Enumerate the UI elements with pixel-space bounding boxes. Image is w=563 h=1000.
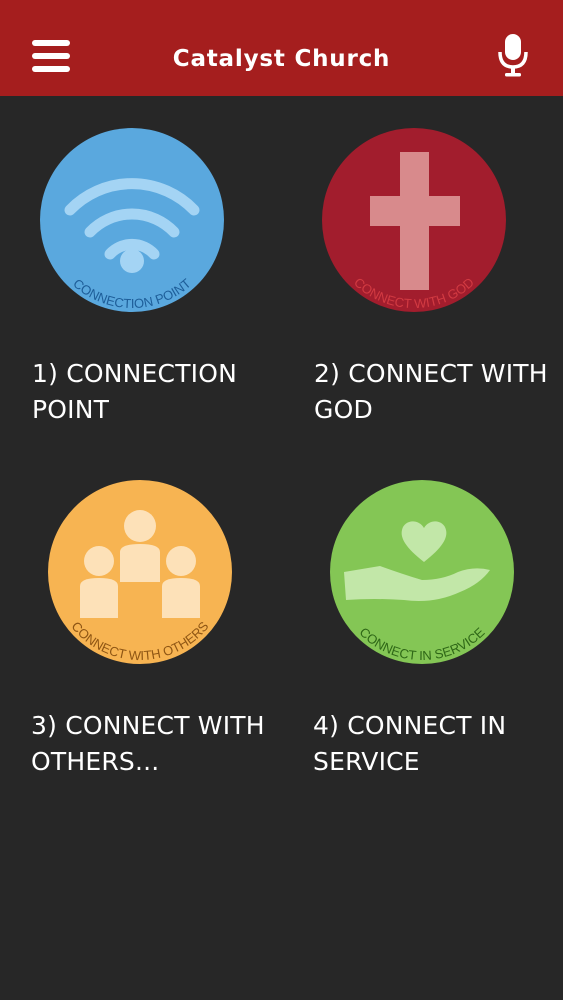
microphone-icon[interactable] <box>496 32 530 78</box>
tile-label: 3) CONNECT WITH OTHERS... <box>31 711 265 776</box>
tile-connection-point[interactable]: CONNECTION POINT 1) CONNECTION POINT <box>32 120 272 424</box>
tile-connect-in-service[interactable]: CONNECT IN SERVICE 4) CONNECT IN SERVICE <box>313 472 562 776</box>
tile-connect-with-others[interactable]: CONNECT WITH OTHERS 3) CONNECT WITH OTHE… <box>31 472 280 776</box>
tile-label: 4) CONNECT IN SERVICE <box>313 711 507 776</box>
connect-with-god-badge: CONNECT WITH GOD <box>322 128 506 312</box>
tile-connect-with-god[interactable]: CONNECT WITH GOD 2) CONNECT WITH GOD <box>314 120 554 424</box>
connect-with-others-badge: CONNECT WITH OTHERS <box>48 480 232 664</box>
tile-label: 2) CONNECT WITH GOD <box>314 359 548 424</box>
connection-point-badge: CONNECTION POINT <box>40 128 224 312</box>
connect-in-service-badge: CONNECT IN SERVICE <box>330 480 514 664</box>
page-title: Catalyst Church <box>172 46 391 72</box>
tile-label: 1) CONNECTION POINT <box>32 359 238 424</box>
app-header: Catalyst Church <box>0 0 563 96</box>
